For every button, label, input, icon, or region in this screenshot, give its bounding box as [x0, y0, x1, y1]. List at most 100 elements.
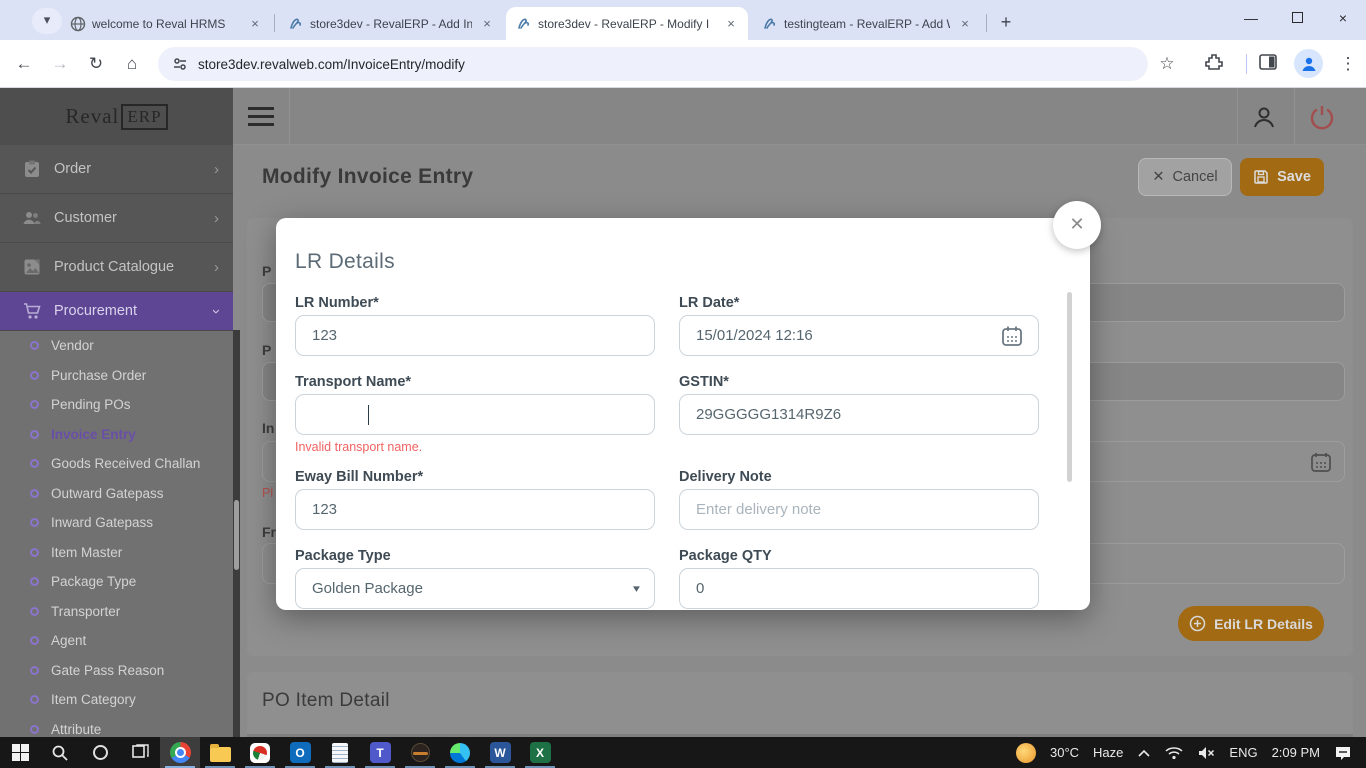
submenu-item-invoice-entry[interactable]: Invoice Entry	[0, 420, 233, 450]
taskbar-app-dark-circle[interactable]	[400, 737, 440, 768]
chevron-down-icon: ▾	[633, 582, 640, 596]
hidden-icons-chevron[interactable]	[1137, 748, 1151, 758]
taskbar-app-edge[interactable]	[440, 737, 480, 768]
sidebar-scrollbar[interactable]	[233, 330, 240, 737]
window-close-button[interactable]: ×	[1320, 0, 1366, 38]
sidebar-item-order[interactable]: Order ›	[0, 145, 233, 193]
edit-lr-details-button[interactable]: Edit LR Details	[1178, 606, 1324, 641]
taskbar-app-chrome[interactable]	[160, 737, 200, 768]
forward-button[interactable]: →	[46, 50, 74, 78]
excel-icon: X	[530, 742, 551, 763]
submenu-item-item-master[interactable]: Item Master	[0, 538, 233, 568]
person-icon	[1300, 55, 1318, 73]
lr-number-input[interactable]	[295, 315, 655, 356]
eway-bill-input[interactable]	[295, 489, 655, 530]
taskbar-app-colored[interactable]	[240, 737, 280, 768]
address-bar[interactable]: store3dev.revalweb.com/InvoiceEntry/modi…	[158, 47, 1148, 81]
calendar-icon[interactable]	[1310, 451, 1332, 473]
wifi-icon[interactable]	[1165, 746, 1183, 760]
back-button[interactable]: ←	[10, 50, 38, 78]
submenu-item-goods-received-challan[interactable]: Goods Received Challan	[0, 449, 233, 479]
save-button[interactable]: Save	[1240, 158, 1324, 196]
hamburger-menu-button[interactable]	[233, 88, 290, 145]
transport-name-input[interactable]	[295, 394, 655, 435]
calendar-icon[interactable]	[1000, 324, 1024, 348]
sidebar: RevalERP Order › Customer › Product Cata…	[0, 88, 233, 737]
submenu-item-transporter[interactable]: Transporter	[0, 597, 233, 627]
submenu-item-vendor[interactable]: Vendor	[0, 331, 233, 361]
bookmark-star-icon[interactable]: ☆	[1153, 50, 1181, 78]
extensions-icon[interactable]	[1204, 52, 1232, 80]
browser-tab-4[interactable]: testingteam - RevalERP - Add W ×	[752, 7, 982, 40]
page-title: Modify Invoice Entry	[262, 165, 473, 189]
window-maximize-button[interactable]	[1274, 0, 1320, 38]
submenu-item-package-type[interactable]: Package Type	[0, 567, 233, 597]
cortana-button[interactable]	[80, 737, 120, 768]
user-icon[interactable]	[1249, 102, 1279, 132]
submenu-item-purchase-order[interactable]: Purchase Order	[0, 361, 233, 391]
sidebar-item-procurement[interactable]: Procurement ›	[0, 292, 233, 330]
taskbar-app-word[interactable]: W	[480, 737, 520, 768]
package-qty-input[interactable]	[679, 568, 1039, 609]
submenu-item-outward-gatepass[interactable]: Outward Gatepass	[0, 479, 233, 509]
window-minimize-button[interactable]: —	[1228, 0, 1274, 38]
new-tab-button[interactable]: +	[992, 9, 1020, 37]
file-explorer-icon	[210, 747, 231, 762]
modal-scrollbar[interactable]	[1067, 292, 1072, 482]
cancel-button[interactable]: ✕Cancel	[1138, 158, 1232, 196]
taskbar-app-file-explorer[interactable]	[200, 737, 240, 768]
po-item-detail-title: PO Item Detail	[262, 690, 390, 712]
delivery-note-input[interactable]	[679, 489, 1039, 530]
gstin-input[interactable]	[679, 394, 1039, 435]
tray-temperature[interactable]: 30°C	[1050, 745, 1079, 760]
taskbar-search-button[interactable]	[40, 737, 80, 768]
task-view-button[interactable]	[120, 737, 160, 768]
tray-language[interactable]: ENG	[1229, 745, 1257, 760]
lr-number-label: LR Number*	[295, 295, 655, 311]
tab-close-icon[interactable]: ×	[722, 15, 740, 33]
power-logout-icon[interactable]	[1308, 103, 1336, 131]
start-button[interactable]	[0, 737, 40, 768]
sidebar-item-label: Procurement	[54, 303, 137, 319]
reload-button[interactable]: ↻	[82, 50, 110, 78]
browser-tabstrip: ▾ welcome to Reval HRMS × store3dev - Re…	[0, 0, 1366, 40]
sidebar-item-customer[interactable]: Customer ›	[0, 194, 233, 242]
submenu-item-inward-gatepass[interactable]: Inward Gatepass	[0, 508, 233, 538]
taskbar-app-notepad[interactable]	[320, 737, 360, 768]
people-icon	[22, 208, 42, 228]
tab-close-icon[interactable]: ×	[478, 15, 496, 33]
tab-search-button[interactable]: ▾	[32, 8, 62, 34]
profile-avatar[interactable]	[1294, 49, 1323, 78]
sidebar-item-label: Customer	[54, 210, 117, 226]
package-type-select[interactable]: Golden Package ▾	[295, 568, 655, 609]
sidebar-item-product-catalogue[interactable]: Product Catalogue ›	[0, 243, 233, 291]
submenu-item-agent[interactable]: Agent	[0, 626, 233, 656]
tray-clock[interactable]: 2:09 PM	[1272, 745, 1320, 760]
lr-date-input[interactable]: 15/01/2024 12:16	[679, 315, 1039, 356]
browser-tab-3-active[interactable]: store3dev - RevalERP - Modify I ×	[506, 7, 748, 40]
menu-dots-icon[interactable]: ⋮	[1334, 50, 1362, 78]
taskbar-app-excel[interactable]: X	[520, 737, 560, 768]
taskbar-app-outlook[interactable]: O	[280, 737, 320, 768]
taskbar-app-teams[interactable]: T	[360, 737, 400, 768]
tray-condition[interactable]: Haze	[1093, 745, 1123, 760]
browser-tab-2[interactable]: store3dev - RevalERP - Add Inw ×	[278, 7, 504, 40]
notification-center-icon[interactable]	[1334, 745, 1352, 761]
home-button[interactable]: ⌂	[118, 50, 146, 78]
weather-icon[interactable]	[1016, 743, 1036, 763]
package-type-label: Package Type	[295, 548, 655, 564]
tab-close-icon[interactable]: ×	[246, 15, 264, 33]
page-header: Modify Invoice Entry ✕Cancel Save	[233, 145, 1366, 212]
submenu-item-item-category[interactable]: Item Category	[0, 685, 233, 715]
revalerp-logo: RevalERP	[0, 88, 233, 145]
side-panel-icon[interactable]	[1258, 52, 1286, 80]
submenu-item-pending-pos[interactable]: Pending POs	[0, 390, 233, 420]
modal-close-button[interactable]: ✕	[1053, 201, 1101, 249]
browser-tab-1[interactable]: welcome to Reval HRMS ×	[60, 7, 272, 40]
tab-close-icon[interactable]: ×	[956, 15, 974, 33]
chevron-down-icon: ▾	[44, 12, 51, 27]
site-settings-icon[interactable]	[172, 56, 188, 72]
browser-navbar: ← → ↻ ⌂ store3dev.revalweb.com/InvoiceEn…	[0, 40, 1366, 88]
volume-muted-icon[interactable]	[1197, 746, 1215, 760]
submenu-item-gate-pass-reason[interactable]: Gate Pass Reason	[0, 656, 233, 686]
